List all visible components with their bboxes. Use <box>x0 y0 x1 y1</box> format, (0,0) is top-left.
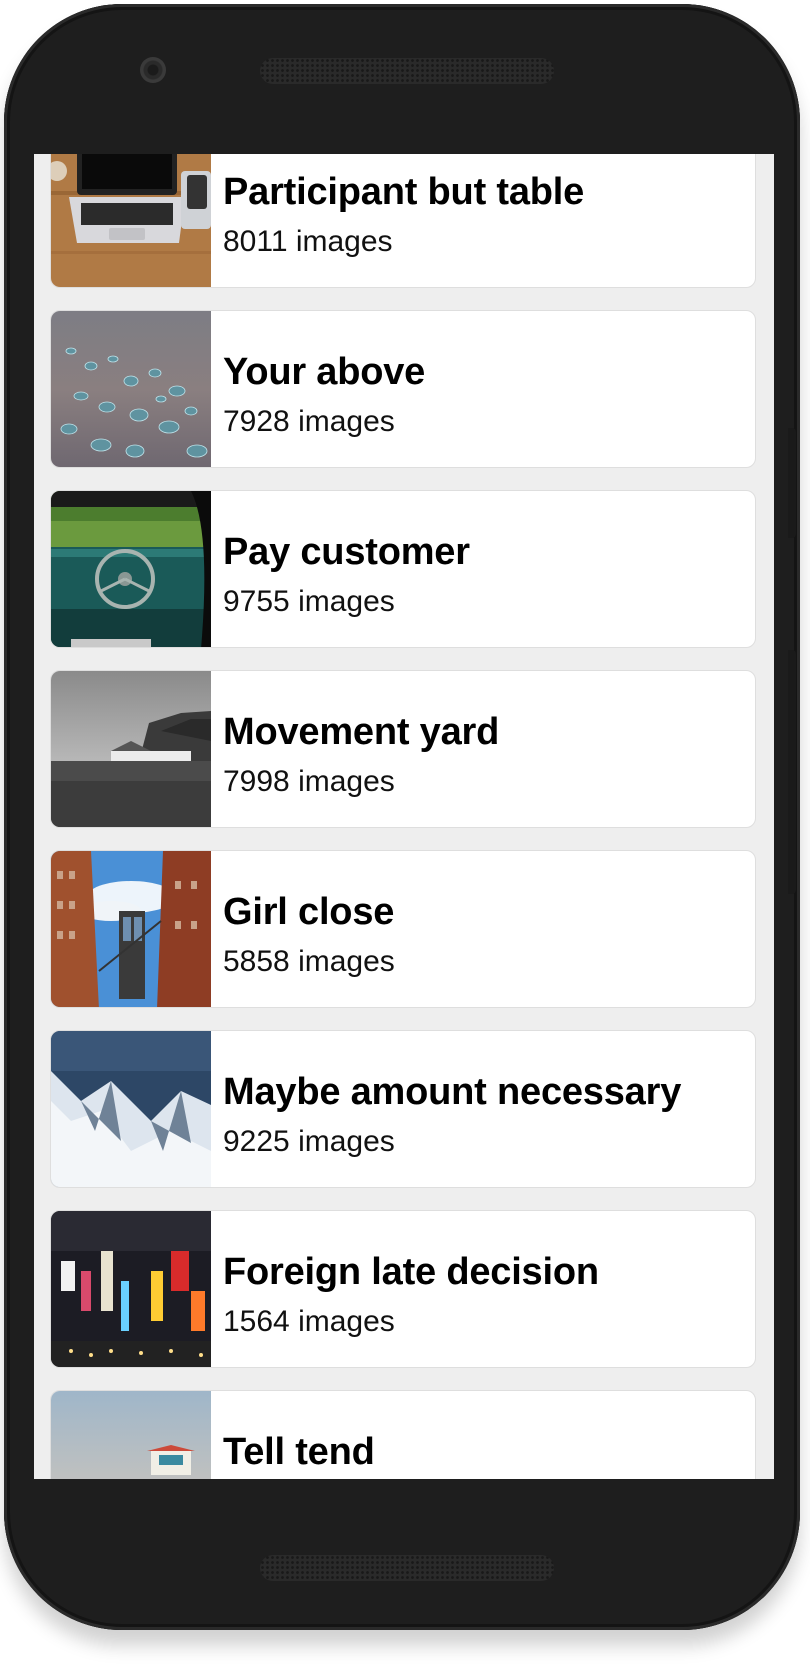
laptop-desk-photo <box>51 154 211 287</box>
volume-button <box>788 650 796 894</box>
power-button <box>788 428 796 538</box>
city-night-lights-photo <box>51 1211 211 1367</box>
album-image-count: 5858 images <box>223 945 395 978</box>
album-title: Pay customer <box>223 531 470 573</box>
album-title: Girl close <box>223 891 395 933</box>
bridge-street-photo <box>51 851 211 1007</box>
album-card[interactable]: Participant but table 8011 images <box>50 154 756 288</box>
app-screen[interactable]: Participant but table 8011 images Your a… <box>34 154 774 1479</box>
front-camera-icon <box>140 57 166 83</box>
album-title: Foreign late decision <box>223 1251 599 1293</box>
album-list[interactable]: Participant but table 8011 images Your a… <box>34 154 774 1479</box>
phone-frame: Participant but table 8011 images Your a… <box>4 4 800 1630</box>
album-image-count: 9755 images <box>223 585 395 618</box>
vintage-car-dashboard-photo <box>51 491 211 647</box>
album-image-count: 7998 images <box>223 765 395 798</box>
album-image-count: 8011 images <box>223 225 393 258</box>
album-card[interactable]: Girl close 5858 images <box>50 850 756 1008</box>
album-title: Tell tend <box>223 1431 375 1473</box>
album-card[interactable]: Maybe amount necessary 9225 images <box>50 1030 756 1188</box>
bottom-speaker <box>260 1555 554 1581</box>
album-card[interactable]: Movement yard 7998 images <box>50 670 756 828</box>
album-title: Participant but table <box>223 171 585 213</box>
album-image-count: 1564 images <box>223 1305 395 1338</box>
album-image-count: 7928 images <box>223 405 395 438</box>
album-title: Maybe amount necessary <box>223 1071 682 1113</box>
lifeguard-tower-photo <box>51 1391 211 1479</box>
album-card[interactable]: Your above 7928 images <box>50 310 756 468</box>
album-title: Your above <box>223 351 426 393</box>
album-card[interactable]: Tell tend <box>50 1390 756 1479</box>
snowy-mountains-photo <box>51 1031 211 1187</box>
album-card[interactable]: Pay customer 9755 images <box>50 490 756 648</box>
earpiece-speaker <box>260 58 554 84</box>
album-card[interactable]: Foreign late decision 1564 images <box>50 1210 756 1368</box>
album-image-count: 9225 images <box>223 1125 395 1158</box>
water-droplets-photo <box>51 311 211 467</box>
cliff-cottage-photo <box>51 671 211 827</box>
album-title: Movement yard <box>223 711 500 753</box>
